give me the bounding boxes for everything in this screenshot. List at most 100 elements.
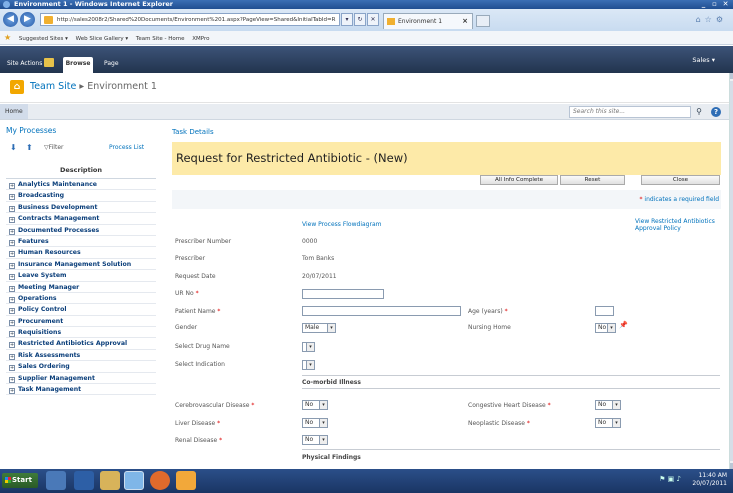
powershell-icon[interactable] bbox=[74, 471, 94, 490]
tools-gear-icon[interactable]: ⚙ bbox=[716, 15, 727, 24]
home-icon[interactable]: ⌂ bbox=[696, 15, 705, 24]
expand-icon[interactable]: + bbox=[9, 365, 15, 372]
minimize-button[interactable]: _ bbox=[699, 0, 708, 9]
expand-icon[interactable]: + bbox=[9, 239, 15, 246]
expand-icon[interactable]: + bbox=[9, 342, 15, 349]
process-list-link[interactable]: Process List bbox=[109, 144, 144, 151]
back-button[interactable]: ◀ bbox=[3, 12, 18, 27]
sort-down-icon[interactable]: ⬇ bbox=[10, 143, 17, 152]
expand-icon[interactable]: + bbox=[9, 285, 15, 292]
help-icon[interactable]: ? bbox=[711, 107, 721, 117]
expand-icon[interactable]: + bbox=[9, 251, 15, 258]
app-yellow-icon[interactable] bbox=[176, 471, 196, 490]
process-item[interactable]: + Procurement bbox=[6, 316, 156, 328]
new-tab-button[interactable] bbox=[476, 15, 490, 27]
chd-select[interactable]: No ▾ bbox=[595, 400, 621, 410]
process-item[interactable]: + Analytics Maintenance bbox=[6, 179, 156, 191]
my-processes-heading[interactable]: My Processes bbox=[6, 126, 156, 135]
favorites-star-icon[interactable]: ☆ bbox=[705, 15, 716, 24]
process-item[interactable]: + Policy Control bbox=[6, 304, 156, 316]
tray-volume-icon[interactable]: ♪ bbox=[677, 475, 681, 483]
navigate-up-icon[interactable] bbox=[44, 58, 54, 67]
clock[interactable]: 11:40 AM 20/07/2011 bbox=[692, 472, 727, 490]
site-actions-menu[interactable]: Site Actions ▾ bbox=[7, 60, 47, 67]
expand-icon[interactable]: + bbox=[9, 388, 15, 395]
internet-explorer-icon[interactable] bbox=[124, 471, 144, 490]
explorer-folder-icon[interactable] bbox=[100, 471, 120, 490]
expand-icon[interactable]: + bbox=[9, 353, 15, 360]
process-item[interactable]: + Human Resources bbox=[6, 247, 156, 259]
process-item[interactable]: + Features bbox=[6, 236, 156, 248]
expand-icon[interactable]: + bbox=[9, 205, 15, 212]
gender-select[interactable]: Male ▾ bbox=[302, 323, 336, 333]
process-item[interactable]: + Operations bbox=[6, 293, 156, 305]
view-flowdiagram-link[interactable]: View Process Flowdiagram bbox=[302, 221, 381, 228]
renal-select[interactable]: No ▾ bbox=[302, 435, 328, 445]
ur-input[interactable] bbox=[302, 289, 384, 299]
expand-icon[interactable]: + bbox=[9, 183, 15, 189]
close-button[interactable]: Close bbox=[641, 175, 720, 185]
process-item[interactable]: + Contracts Management bbox=[6, 213, 156, 225]
expand-icon[interactable]: + bbox=[9, 319, 15, 326]
expand-icon[interactable]: + bbox=[9, 274, 15, 281]
fav-suggested-sites[interactable]: Suggested Sites ▾ bbox=[19, 36, 68, 42]
nav-home[interactable]: Home bbox=[0, 104, 28, 119]
tray-flag-icon[interactable]: ⚑ bbox=[659, 475, 665, 483]
address-bar[interactable]: http://sales2008r2/Shared%20Documents/En… bbox=[40, 13, 340, 26]
fav-xmpro[interactable]: XMPro bbox=[192, 36, 209, 42]
user-menu[interactable]: Sales ▾ bbox=[692, 56, 715, 64]
sort-up-icon[interactable]: ⬆ bbox=[26, 143, 33, 152]
process-item[interactable]: + Supplier Management bbox=[6, 373, 156, 385]
tab-browse[interactable]: Browse bbox=[63, 57, 93, 73]
refresh-icon[interactable]: ↻ bbox=[354, 13, 366, 26]
tab-page[interactable]: Page bbox=[104, 60, 119, 67]
indication-select[interactable]: ▾ bbox=[302, 360, 315, 370]
process-item[interactable]: + Meeting Manager bbox=[6, 282, 156, 293]
stop-icon[interactable]: ✕ bbox=[367, 13, 379, 26]
expand-icon[interactable]: + bbox=[9, 376, 15, 383]
process-item[interactable]: + Leave System bbox=[6, 270, 156, 282]
nursing-home-select[interactable]: No ▾ bbox=[595, 323, 616, 333]
process-item[interactable]: + Documented Processes bbox=[6, 225, 156, 236]
process-item[interactable]: + Restricted Antibiotics Approval bbox=[6, 338, 156, 350]
start-button[interactable]: Start bbox=[2, 473, 38, 488]
search-icon[interactable]: ⚲ bbox=[693, 106, 705, 118]
site-logo-icon[interactable]: ⌂ bbox=[10, 80, 24, 94]
process-item[interactable]: + Insurance Management Solution bbox=[6, 259, 156, 271]
vertical-scrollbar[interactable] bbox=[729, 73, 733, 469]
fav-team-site-home[interactable]: Team Site - Home bbox=[136, 36, 185, 42]
breadcrumb-site[interactable]: Team Site bbox=[30, 81, 76, 92]
process-item[interactable]: + Risk Assessments bbox=[6, 350, 156, 362]
neoplastic-select[interactable]: No ▾ bbox=[595, 418, 621, 428]
reset-button[interactable]: Reset bbox=[560, 175, 625, 185]
address-dropdown-icon[interactable]: ▾ bbox=[341, 13, 353, 26]
close-window-button[interactable]: ✕ bbox=[721, 0, 730, 9]
filter-button[interactable]: ▽Filter bbox=[44, 144, 63, 151]
process-item[interactable]: + Task Management bbox=[6, 384, 156, 396]
process-item[interactable]: + Broadcasting bbox=[6, 190, 156, 202]
fav-web-slice-gallery[interactable]: Web Slice Gallery ▾ bbox=[76, 36, 129, 42]
search-input[interactable]: Search this site... bbox=[569, 106, 691, 118]
process-item[interactable]: + Sales Ordering bbox=[6, 361, 156, 373]
patient-name-input[interactable] bbox=[302, 306, 461, 316]
tray-network-icon[interactable]: ▣ bbox=[668, 475, 675, 483]
age-input[interactable] bbox=[595, 306, 614, 316]
process-item[interactable]: + Business Development bbox=[6, 202, 156, 214]
forward-button[interactable]: ▶ bbox=[20, 12, 35, 27]
expand-icon[interactable]: + bbox=[9, 228, 15, 235]
browser-tab[interactable]: Environment 1 × bbox=[383, 13, 473, 29]
favorites-icon[interactable]: ★ bbox=[4, 33, 11, 42]
liver-select[interactable]: No ▾ bbox=[302, 418, 328, 428]
expand-icon[interactable]: + bbox=[9, 308, 15, 315]
app-orange-icon[interactable] bbox=[150, 471, 170, 490]
view-policy-link[interactable]: View Restricted Antibiotics Approval Pol… bbox=[635, 218, 715, 232]
all-info-complete-button[interactable]: All Info Complete bbox=[480, 175, 558, 185]
expand-icon[interactable]: + bbox=[9, 217, 15, 224]
expand-icon[interactable]: + bbox=[9, 296, 15, 303]
cvd-select[interactable]: No ▾ bbox=[302, 400, 328, 410]
expand-icon[interactable]: + bbox=[9, 262, 15, 269]
drug-select[interactable]: ▾ bbox=[302, 342, 315, 352]
expand-icon[interactable]: + bbox=[9, 194, 15, 201]
expand-icon[interactable]: + bbox=[9, 331, 15, 338]
process-item[interactable]: + Requisitions bbox=[6, 327, 156, 339]
